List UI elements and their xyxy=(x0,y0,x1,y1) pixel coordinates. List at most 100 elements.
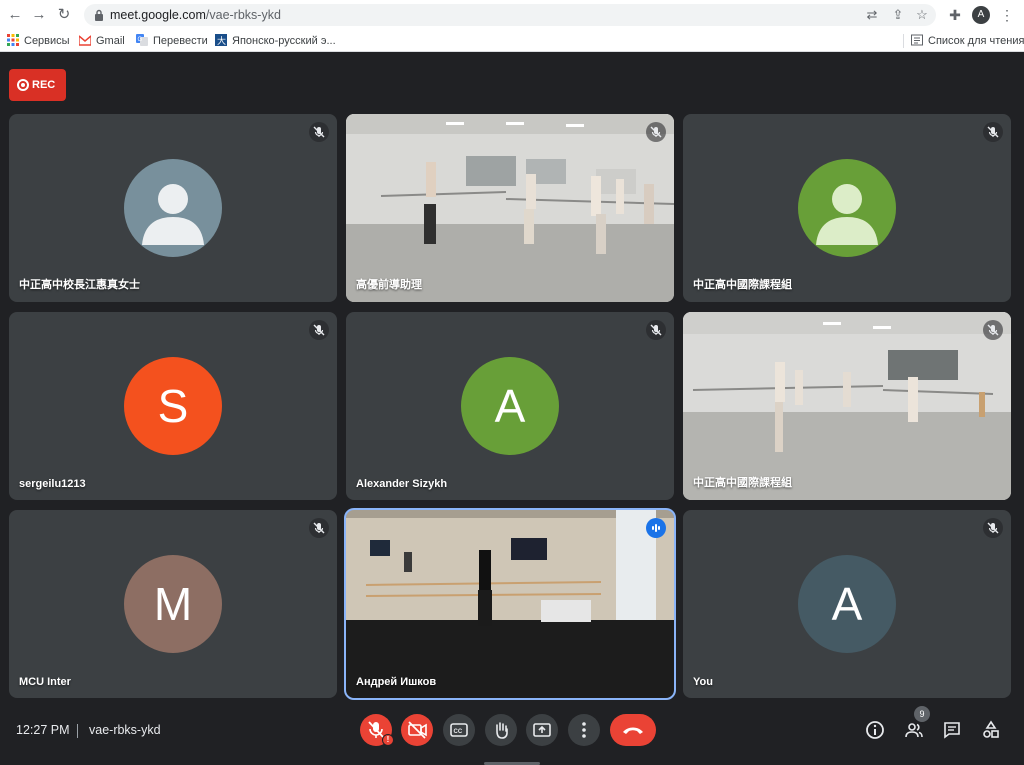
svg-text:大: 大 xyxy=(217,35,226,46)
participant-name: Alexander Sizykh xyxy=(356,478,448,490)
address-bar[interactable]: meet.google.com/vae-rbks-ykd ⇄ ⇪ ☆ xyxy=(84,4,936,26)
participant-tile[interactable]: M MCU Inter xyxy=(9,510,337,698)
present-icon xyxy=(533,723,551,737)
participant-count-badge: 9 xyxy=(914,706,930,722)
bookmark-gmail[interactable]: Gmail xyxy=(79,34,125,48)
camera-toggle-button[interactable] xyxy=(401,714,433,746)
bookmark-translate[interactable]: G Перевести xyxy=(136,34,208,48)
mic-off-icon xyxy=(646,320,666,340)
ballet-studio-video xyxy=(683,312,1011,500)
participant-tile-self[interactable]: A You xyxy=(683,510,1011,698)
activities-icon xyxy=(983,720,999,738)
meeting-controls-bar: 12:27 PM vae-rbks-ykd ! CC 9 xyxy=(0,699,1024,765)
info-icon xyxy=(866,721,884,739)
more-options-button[interactable] xyxy=(568,714,600,746)
participant-video-tile[interactable]: 高優前導助理 xyxy=(346,114,674,302)
more-vert-icon xyxy=(582,722,586,738)
forward-icon[interactable]: → xyxy=(30,6,48,24)
bookmark-services-label: Сервисы xyxy=(24,35,70,47)
ballet-studio-video xyxy=(346,114,674,302)
participant-name: 中正高中校長江惠真女士 xyxy=(19,279,140,291)
participant-tile[interactable]: 中正高中國際課程組 xyxy=(683,114,1011,302)
captions-button[interactable]: CC xyxy=(443,714,475,746)
avatar: A xyxy=(798,555,896,653)
participant-name: Андрей Ишков xyxy=(356,676,437,688)
meeting-code: vae-rbks-ykd xyxy=(89,723,161,737)
mic-off-icon xyxy=(983,518,1003,538)
person-icon xyxy=(816,184,878,245)
microphone-toggle-button[interactable]: ! xyxy=(360,714,394,746)
profile-avatar[interactable]: A xyxy=(972,6,990,24)
hang-up-icon xyxy=(623,727,643,734)
avatar: A xyxy=(461,357,559,455)
back-icon[interactable]: ← xyxy=(6,6,24,24)
participant-name: 中正高中國際課程組 xyxy=(693,279,792,291)
avatar: S xyxy=(124,357,222,455)
url-path: /vae-rbks-ykd xyxy=(205,8,281,22)
participant-tile[interactable]: 中正高中校長江惠真女士 xyxy=(9,114,337,302)
star-icon[interactable]: ☆ xyxy=(914,7,930,23)
bookmark-dictionary-label: Японско-русский э... xyxy=(232,35,336,47)
participant-tile[interactable]: S sergeilu1213 xyxy=(9,312,337,500)
record-icon xyxy=(17,79,29,91)
chat-button[interactable] xyxy=(940,718,964,742)
apps-grid-icon xyxy=(7,34,19,46)
bookmark-translate-label: Перевести xyxy=(153,35,208,47)
extensions-icon[interactable]: ✚ xyxy=(946,6,964,24)
mic-off-icon xyxy=(309,518,329,538)
avatar xyxy=(124,159,222,257)
raise-hand-button[interactable] xyxy=(485,714,517,746)
browser-toolbar: ← → ↻ meet.google.com/vae-rbks-ykd ⇄ ⇪ ☆… xyxy=(0,0,1024,30)
url-text: meet.google.com/vae-rbks-ykd xyxy=(110,8,281,22)
participant-video-tile-active-speaker[interactable]: Андрей Ишков xyxy=(344,508,676,700)
reading-list-label: Список для чтения xyxy=(928,35,1024,47)
participant-video-tile[interactable]: 中正高中國際課程組 xyxy=(683,312,1011,500)
avatar: M xyxy=(124,555,222,653)
svg-text:CC: CC xyxy=(454,729,463,735)
person-icon xyxy=(142,184,204,245)
camera-off-icon xyxy=(408,721,427,739)
share-icon[interactable]: ⇪ xyxy=(890,7,906,23)
bookmarks-bar: Сервисы Gmail G Перевести 大 Японско-русски… xyxy=(0,30,1024,52)
url-host: meet.google.com xyxy=(110,8,206,22)
meeting-details-button[interactable] xyxy=(863,718,887,742)
reading-list[interactable]: Список для чтения xyxy=(911,34,1024,48)
dictionary-icon: 大 xyxy=(215,34,227,46)
warning-icon: ! xyxy=(382,734,394,746)
participant-name: sergeilu1213 xyxy=(19,478,86,490)
divider xyxy=(77,724,78,738)
reload-icon[interactable]: ↻ xyxy=(55,6,73,24)
bookmark-dictionary[interactable]: 大 Японско-русский э... xyxy=(215,34,336,48)
mic-off-icon xyxy=(646,122,666,142)
translate-icon[interactable]: ⇄ xyxy=(864,7,880,23)
participant-name: 中正高中國際課程組 xyxy=(693,477,792,489)
closed-captions-icon: CC xyxy=(450,723,468,737)
meeting-time: 12:27 PM xyxy=(16,723,70,737)
participant-tile[interactable]: A Alexander Sizykh xyxy=(346,312,674,500)
meet-stage: REC 中正高中校長江惠真女士 高優前導助理 中正高中國際課程組 S serge… xyxy=(0,53,1024,765)
chat-icon xyxy=(944,722,960,739)
svg-text:G: G xyxy=(138,37,143,43)
participant-name: You xyxy=(693,676,713,688)
gmail-icon xyxy=(79,35,91,46)
leave-call-button[interactable] xyxy=(610,714,656,746)
bookmark-services[interactable]: Сервисы xyxy=(7,34,70,48)
recording-badge: REC xyxy=(9,69,66,101)
participant-name: MCU Inter xyxy=(19,676,71,688)
dance-studio-video xyxy=(346,510,674,698)
mic-off-icon xyxy=(309,122,329,142)
kebab-menu-icon[interactable]: ⋮ xyxy=(998,6,1016,24)
bookmark-gmail-label: Gmail xyxy=(96,35,125,47)
present-screen-button[interactable] xyxy=(526,714,558,746)
hand-icon xyxy=(496,722,508,739)
mic-off-icon xyxy=(983,122,1003,142)
translate-app-icon: G xyxy=(136,34,148,46)
bookmark-divider xyxy=(903,34,904,48)
mic-off-icon xyxy=(309,320,329,340)
participant-name: 高優前導助理 xyxy=(356,279,422,291)
rec-label: REC xyxy=(32,79,56,91)
lock-icon xyxy=(95,9,103,21)
reading-list-icon xyxy=(911,34,923,46)
avatar xyxy=(798,159,896,257)
activities-button[interactable] xyxy=(979,718,1003,742)
